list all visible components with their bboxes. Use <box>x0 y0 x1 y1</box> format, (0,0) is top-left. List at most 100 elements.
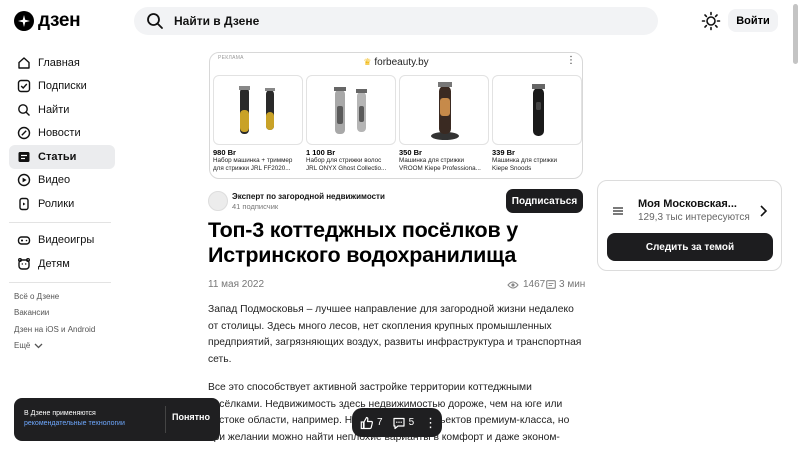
toast-divider <box>165 406 166 433</box>
list-icon <box>613 207 623 215</box>
article-date: 11 мая 2022 <box>208 279 265 290</box>
sidebar-item-articles[interactable]: Статьи <box>9 145 115 169</box>
sidebar-divider <box>9 221 111 223</box>
views-counter: 1467 <box>507 279 545 290</box>
sidebar-item-find[interactable]: Найти <box>9 98 115 122</box>
login-button[interactable]: Войти <box>728 9 778 32</box>
more-vertical-icon[interactable]: ⋮ <box>566 55 576 66</box>
like-icon <box>360 416 373 429</box>
comment-count: 5 <box>408 417 415 428</box>
sidebar-item-subscriptions[interactable]: Подписки <box>9 75 115 99</box>
toast-text: В Дзене применяются <box>24 410 96 417</box>
articles-icon <box>18 151 30 162</box>
sidebar-item-label: Главная <box>38 56 80 69</box>
home-icon <box>18 57 30 69</box>
ad-source[interactable]: ♛ forbeauty.by <box>210 57 582 68</box>
sidebar-item-label: Статьи <box>38 150 77 163</box>
toast-link[interactable]: рекомендательные технологии <box>24 420 125 427</box>
link-more-label: Ещё <box>14 341 31 351</box>
sidebar-item-label: Ролики <box>38 197 75 210</box>
action-bar: 7 5 ⋮ <box>352 408 442 437</box>
sidebar: Главная Подписки Найти Новости Статьи Ви… <box>9 51 115 354</box>
product-list: 980 Br Набор машинка + триммер для стриж… <box>213 75 582 173</box>
cookie-toast: В Дзене применяются рекомендательные тех… <box>14 398 220 441</box>
product-card[interactable]: 339 Br Машинка для стрижки Kiepe Snoods <box>492 75 582 173</box>
sun-icon[interactable] <box>701 11 721 31</box>
news-icon <box>17 127 31 140</box>
product-price: 980 Br <box>213 148 236 157</box>
views-count: 1467 <box>523 279 546 290</box>
product-card[interactable]: 350 Br Машинка для стрижки VROOM Kiepe P… <box>399 75 489 173</box>
crown-icon: ♛ <box>363 57 372 67</box>
sidebar-item-video[interactable]: Видео <box>9 169 115 193</box>
logo-text: дзен <box>38 10 81 31</box>
hair-clipper-image <box>532 84 545 136</box>
accept-button[interactable]: Понятно <box>172 412 210 422</box>
product-image <box>213 75 303 145</box>
topic-card: Моя Московская... 129,3 тыс интересуются… <box>597 180 782 271</box>
sidebar-item-label: Новости <box>38 127 81 140</box>
author-subscribers: 41 подписчик <box>232 202 279 211</box>
hair-clipper-image <box>334 87 367 134</box>
product-name: Набор для стрижки волос <box>306 157 382 164</box>
link-more[interactable]: Ещё <box>9 337 115 353</box>
search-icon <box>147 13 163 29</box>
sidebar-item-kids[interactable]: Детям <box>9 252 115 276</box>
sidebar-item-videogames[interactable]: Видеоигры <box>9 229 115 253</box>
ad-block[interactable]: РЕКЛАМА ♛ forbeauty.by ⋮ 980 Br Набор маш… <box>209 52 583 179</box>
link-vacancies[interactable]: Вакансии <box>9 305 115 321</box>
product-card[interactable]: 980 Br Набор машинка + триммер для стриж… <box>213 75 303 173</box>
avatar[interactable] <box>208 191 228 211</box>
hair-clipper-image <box>431 82 459 140</box>
product-image <box>306 75 396 145</box>
search-icon <box>18 103 30 116</box>
sidebar-item-clips[interactable]: Ролики <box>9 192 115 216</box>
video-icon <box>17 174 31 187</box>
sidebar-item-label: Видео <box>38 174 71 187</box>
like-button[interactable]: 7 <box>360 416 383 430</box>
product-name: Набор машинка + триммер <box>213 157 293 164</box>
read-time-value: 3 мин <box>559 279 586 290</box>
follow-topic-button[interactable]: Следить за темой <box>607 233 773 261</box>
topic-title[interactable]: Моя Московская... <box>638 198 737 210</box>
hair-clipper-image <box>239 86 275 134</box>
sidebar-item-label: Подписки <box>38 80 87 93</box>
product-price: 350 Br <box>399 148 422 157</box>
sidebar-item-label: Видеоигры <box>38 234 95 247</box>
chevron-right-icon[interactable] <box>758 204 768 218</box>
search-input[interactable]: Найти в Дзене <box>174 14 259 28</box>
logo[interactable]: дзен <box>14 10 81 32</box>
comment-icon <box>392 417 405 429</box>
sidebar-item-news[interactable]: Новости <box>9 122 115 146</box>
link-mobile-apps[interactable]: Дзен на iOS и Android <box>9 321 115 337</box>
product-name: JRL ONYX Ghost Collectio... <box>306 165 387 172</box>
eye-icon <box>507 281 519 288</box>
read-time: 3 мин <box>546 279 585 290</box>
more-vertical-icon[interactable]: ⋮ <box>424 416 437 429</box>
product-name: Машинка для стрижки <box>492 157 558 164</box>
product-name: Машинка для стрижки <box>399 157 465 164</box>
zen-logo-icon <box>14 11 34 31</box>
article-title: Топ-3 коттеджных посёлков у Истринского … <box>208 218 519 267</box>
topic-followers: 129,3 тыс интересуются <box>638 212 750 223</box>
ad-source-label: forbeauty.by <box>374 57 429 68</box>
gamepad-icon <box>17 236 31 245</box>
like-count: 7 <box>377 417 383 428</box>
chevron-down-icon <box>34 343 43 348</box>
link-about-zen[interactable]: Всё о Дзене <box>9 289 115 305</box>
product-price: 1 100 Br <box>306 148 336 157</box>
clips-icon <box>19 197 29 210</box>
scrollbar[interactable] <box>793 4 798 64</box>
kids-icon <box>18 257 31 270</box>
subscribe-button[interactable]: Подписаться <box>506 189 583 213</box>
author-name[interactable]: Эксперт по загородной недвижимости <box>232 192 385 201</box>
product-card[interactable]: 1 100 Br Набор для стрижки волос JRL ONY… <box>306 75 396 173</box>
product-name: Kiepe Snoods <box>492 165 532 172</box>
header: дзен Найти в Дзене Войти <box>0 0 800 64</box>
comment-button[interactable]: 5 <box>392 416 415 430</box>
sidebar-item-home[interactable]: Главная <box>9 51 115 75</box>
product-name: VROOM Kiepe Professiona... <box>399 165 481 172</box>
search-bar[interactable]: Найти в Дзене <box>134 7 658 35</box>
sidebar-item-label: Найти <box>38 103 70 116</box>
subscriptions-icon <box>17 80 31 93</box>
